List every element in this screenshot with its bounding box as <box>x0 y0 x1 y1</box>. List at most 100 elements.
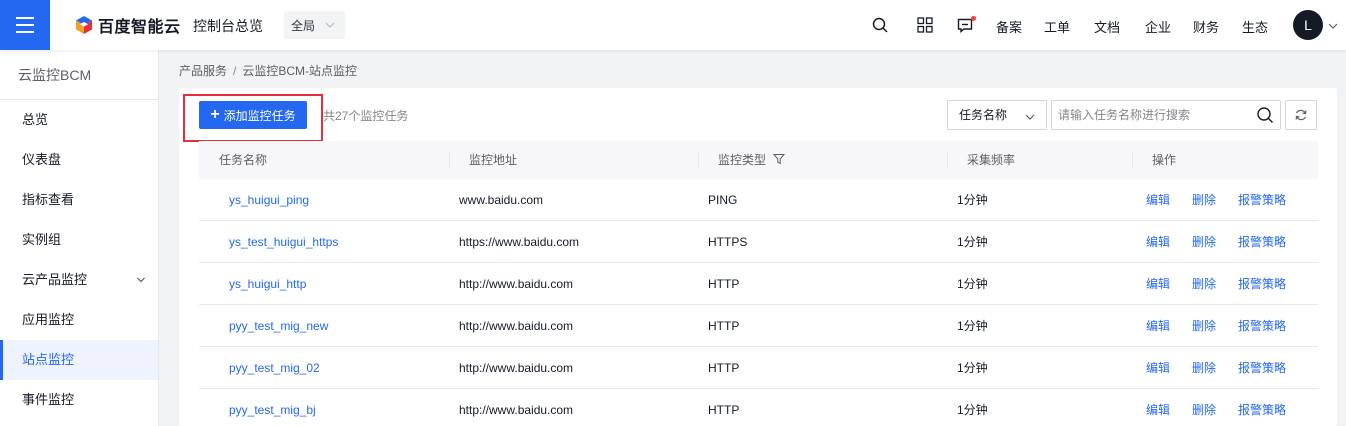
monitor-task-table: 任务名称 监控地址 监控类型 采集频率 操作 ys_huigui_ping www… <box>199 141 1318 426</box>
breadcrumb-separator: / <box>233 64 237 78</box>
nav-link-enterprise[interactable]: 企业 <box>1145 17 1171 36</box>
sidebar-item-event-monitor[interactable]: 事件监控 <box>0 380 158 420</box>
table-row: pyy_test_mig_02 http://www.baidu.com HTTP 1… <box>199 347 1318 389</box>
task-name-link[interactable]: ys_huigui_ping <box>199 179 449 221</box>
table-row: pyy_test_mig_bj http://www.baidu.com HTTP 1… <box>199 389 1318 426</box>
breadcrumb-parent[interactable]: 产品服务 <box>179 64 227 78</box>
sidebar-item-app-monitor[interactable]: 应用监控 <box>0 300 158 340</box>
sidebar-item-overview[interactable]: 总览 <box>0 100 158 140</box>
table-row: pyy_test_mig_new http://www.baidu.com HTTP… <box>199 305 1318 347</box>
edit-button[interactable]: 编辑 <box>1146 389 1170 426</box>
search-icon[interactable] <box>871 16 889 34</box>
sidebar-item-label: 实例组 <box>22 232 62 247</box>
monitor-address: http://www.baidu.com <box>459 319 574 333</box>
row-actions: 编辑 删除 报警策略 <box>1132 305 1318 347</box>
sidebar-item-site-monitor[interactable]: 站点监控 <box>0 340 158 380</box>
menu-icon-line <box>16 31 34 33</box>
nav-link-ecosystem[interactable]: 生态 <box>1242 17 1268 36</box>
collect-frequency: 1分钟 <box>957 319 988 333</box>
user-avatar[interactable]: L <box>1293 10 1323 40</box>
alarm-policy-button[interactable]: 报警策略 <box>1238 221 1286 263</box>
sidebar-item-label: 站点监控 <box>22 352 75 367</box>
chevron-down-icon <box>137 277 145 283</box>
sidebar-item-metrics[interactable]: 指标查看 <box>0 180 158 220</box>
edit-button[interactable]: 编辑 <box>1146 221 1170 263</box>
monitor-type: HTTP <box>708 403 740 417</box>
nav-link-finance[interactable]: 财务 <box>1193 17 1219 36</box>
sidebar: 云监控BCM 总览 仪表盘 指标查看 实例组 云产品监控 应用监控 站点监控 事… <box>0 50 159 426</box>
search-input[interactable] <box>1052 101 1242 129</box>
alarm-policy-button[interactable]: 报警策略 <box>1238 305 1286 347</box>
task-name-link[interactable]: ys_huigui_http <box>199 263 449 305</box>
collect-frequency: 1分钟 <box>957 277 988 291</box>
task-name-link[interactable]: pyy_test_mig_bj <box>199 389 449 426</box>
task-name-link[interactable]: pyy_test_mig_02 <box>199 347 449 389</box>
monitor-type: HTTP <box>708 361 740 375</box>
console-overview-link[interactable]: 控制台总览 <box>193 16 263 36</box>
menu-button[interactable] <box>0 0 50 50</box>
brand-logo-icon <box>76 16 92 34</box>
region-select[interactable]: 全局 <box>284 11 345 39</box>
collect-frequency: 1分钟 <box>957 403 988 417</box>
row-actions: 编辑 删除 报警策略 <box>1132 347 1318 389</box>
brand-name: 百度智能云 <box>98 19 181 36</box>
filter-icon[interactable] <box>773 153 786 165</box>
add-monitor-task-label: 添加监控任务 <box>223 108 296 123</box>
task-count: 共27个监控任务 <box>323 109 409 123</box>
search-icon[interactable] <box>1256 106 1274 124</box>
sidebar-item-label: 应用监控 <box>22 312 75 327</box>
delete-button[interactable]: 删除 <box>1192 305 1216 347</box>
search-field-value: 任务名称 <box>959 108 1008 122</box>
column-header-frequency: 采集频率 <box>947 141 1132 179</box>
sidebar-item-dashboard[interactable]: 仪表盘 <box>0 140 158 180</box>
chevron-down-icon[interactable] <box>1327 20 1339 32</box>
table-row: ys_huigui_http http://www.baidu.com HTTP 1分… <box>199 263 1318 305</box>
collect-frequency: 1分钟 <box>957 235 988 249</box>
edit-button[interactable]: 编辑 <box>1146 263 1170 305</box>
row-actions: 编辑 删除 报警策略 <box>1132 389 1318 426</box>
monitor-address: http://www.baidu.com <box>459 277 574 291</box>
delete-button[interactable]: 删除 <box>1192 263 1216 305</box>
alarm-policy-button[interactable]: 报警策略 <box>1238 179 1286 221</box>
brand-logo[interactable]: 百度智能云 <box>74 14 181 36</box>
sidebar-item-instance-group[interactable]: 实例组 <box>0 220 158 260</box>
nav-link-beian[interactable]: 备案 <box>996 17 1022 36</box>
row-actions: 编辑 删除 报警策略 <box>1132 179 1318 221</box>
task-name-link[interactable]: ys_test_huigui_https <box>199 221 449 263</box>
table-header: 任务名称 监控地址 监控类型 采集频率 操作 <box>199 141 1318 179</box>
collect-frequency: 1分钟 <box>957 193 988 207</box>
delete-button[interactable]: 删除 <box>1192 179 1216 221</box>
breadcrumb-current: 云监控BCM-站点监控 <box>242 64 358 78</box>
task-name-link[interactable]: pyy_test_mig_new <box>199 305 449 347</box>
monitor-address: http://www.baidu.com <box>459 361 574 375</box>
delete-button[interactable]: 删除 <box>1192 389 1216 426</box>
sidebar-item-cloud-product-monitor[interactable]: 云产品监控 <box>0 260 158 300</box>
sidebar-item-label: 仪表盘 <box>22 152 62 167</box>
column-header-actions: 操作 <box>1132 141 1318 179</box>
delete-button[interactable]: 删除 <box>1192 347 1216 389</box>
column-header-address: 监控地址 <box>449 141 698 179</box>
plus-icon: + <box>210 106 220 123</box>
region-value: 全局 <box>291 18 316 33</box>
search-field-select[interactable]: 任务名称 <box>947 100 1047 130</box>
collect-frequency: 1分钟 <box>957 361 988 375</box>
edit-button[interactable]: 编辑 <box>1146 305 1170 347</box>
nav-link-ticket[interactable]: 工单 <box>1044 17 1070 36</box>
nav-link-docs[interactable]: 文档 <box>1094 17 1120 36</box>
notification-dot <box>971 16 976 21</box>
alarm-policy-button[interactable]: 报警策略 <box>1238 347 1286 389</box>
alarm-policy-button[interactable]: 报警策略 <box>1238 389 1286 426</box>
edit-button[interactable]: 编辑 <box>1146 347 1170 389</box>
alarm-policy-button[interactable]: 报警策略 <box>1238 263 1286 305</box>
add-monitor-task-button[interactable]: + 添加监控任务 <box>199 101 307 129</box>
chevron-down-icon <box>325 22 335 28</box>
edit-button[interactable]: 编辑 <box>1146 179 1170 221</box>
table-row: ys_test_huigui_https https://www.baidu.co… <box>199 221 1318 263</box>
sidebar-item-label: 云产品监控 <box>22 272 88 287</box>
delete-button[interactable]: 删除 <box>1192 221 1216 263</box>
refresh-button[interactable] <box>1285 100 1317 130</box>
monitor-type: HTTP <box>708 319 740 333</box>
grid-icon[interactable] <box>916 16 934 34</box>
table-row: ys_huigui_ping www.baidu.com PING 1分钟 编辑 删除 报警… <box>199 179 1318 221</box>
refresh-icon <box>1295 109 1307 121</box>
